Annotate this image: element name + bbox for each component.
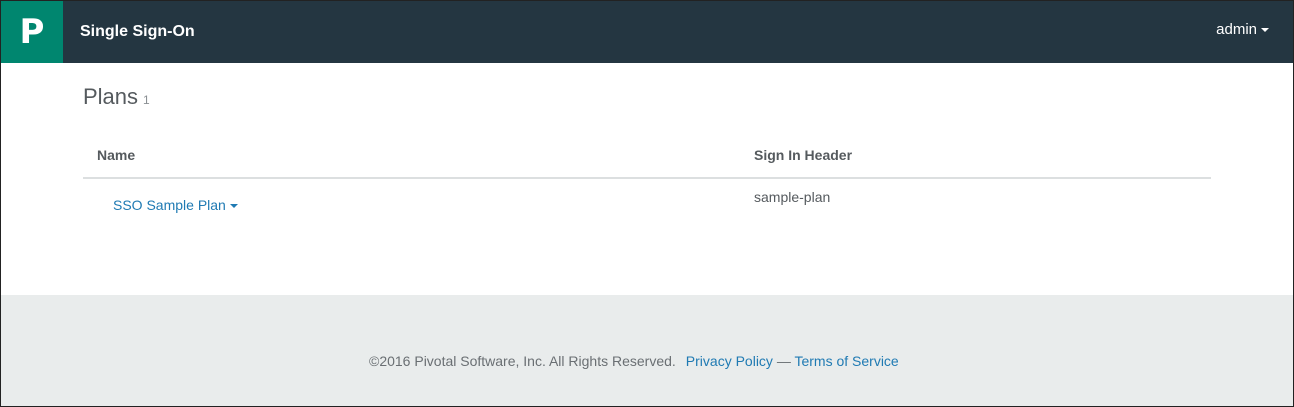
plan-sign-in-header: sample-plan bbox=[754, 189, 831, 205]
caret-down-icon bbox=[1261, 28, 1269, 32]
footer-separator: — bbox=[772, 353, 795, 369]
main-content: Plans 1 Name Sign In Header SSO Sample P… bbox=[1, 63, 1293, 295]
plans-table: Name Sign In Header SSO Sample Plan samp… bbox=[83, 136, 1211, 239]
footer-line: ©2016 Pivotal Software, Inc. All Rights … bbox=[369, 353, 899, 369]
plans-count: 1 bbox=[143, 93, 150, 107]
copyright-text: ©2016 Pivotal Software, Inc. All Rights … bbox=[369, 353, 676, 369]
column-header-name: Name bbox=[97, 147, 136, 163]
user-menu-label: admin bbox=[1216, 21, 1257, 38]
user-menu-dropdown[interactable]: admin bbox=[1216, 21, 1269, 38]
plan-name-dropdown[interactable]: SSO Sample Plan bbox=[113, 197, 238, 213]
column-header-sign-in-header: Sign In Header bbox=[754, 147, 853, 163]
logo-letter: P bbox=[19, 12, 45, 52]
pivotal-logo[interactable]: P bbox=[1, 1, 63, 63]
app-window: P Single Sign-On admin Plans 1 Name Sign… bbox=[0, 0, 1294, 407]
table-row: SSO Sample Plan sample-plan bbox=[83, 179, 1211, 239]
page-title: Plans bbox=[83, 84, 139, 109]
app-title: Single Sign-On bbox=[80, 23, 195, 40]
top-navbar: P Single Sign-On admin bbox=[1, 1, 1293, 63]
privacy-policy-link[interactable]: Privacy Policy bbox=[686, 353, 773, 369]
page-footer: ©2016 Pivotal Software, Inc. All Rights … bbox=[1, 295, 1293, 406]
table-header: Name Sign In Header bbox=[83, 136, 1211, 179]
plan-name-label: SSO Sample Plan bbox=[113, 197, 226, 213]
page-heading: Plans 1 bbox=[83, 84, 150, 110]
terms-of-service-link[interactable]: Terms of Service bbox=[794, 353, 898, 369]
caret-down-icon bbox=[229, 203, 238, 208]
